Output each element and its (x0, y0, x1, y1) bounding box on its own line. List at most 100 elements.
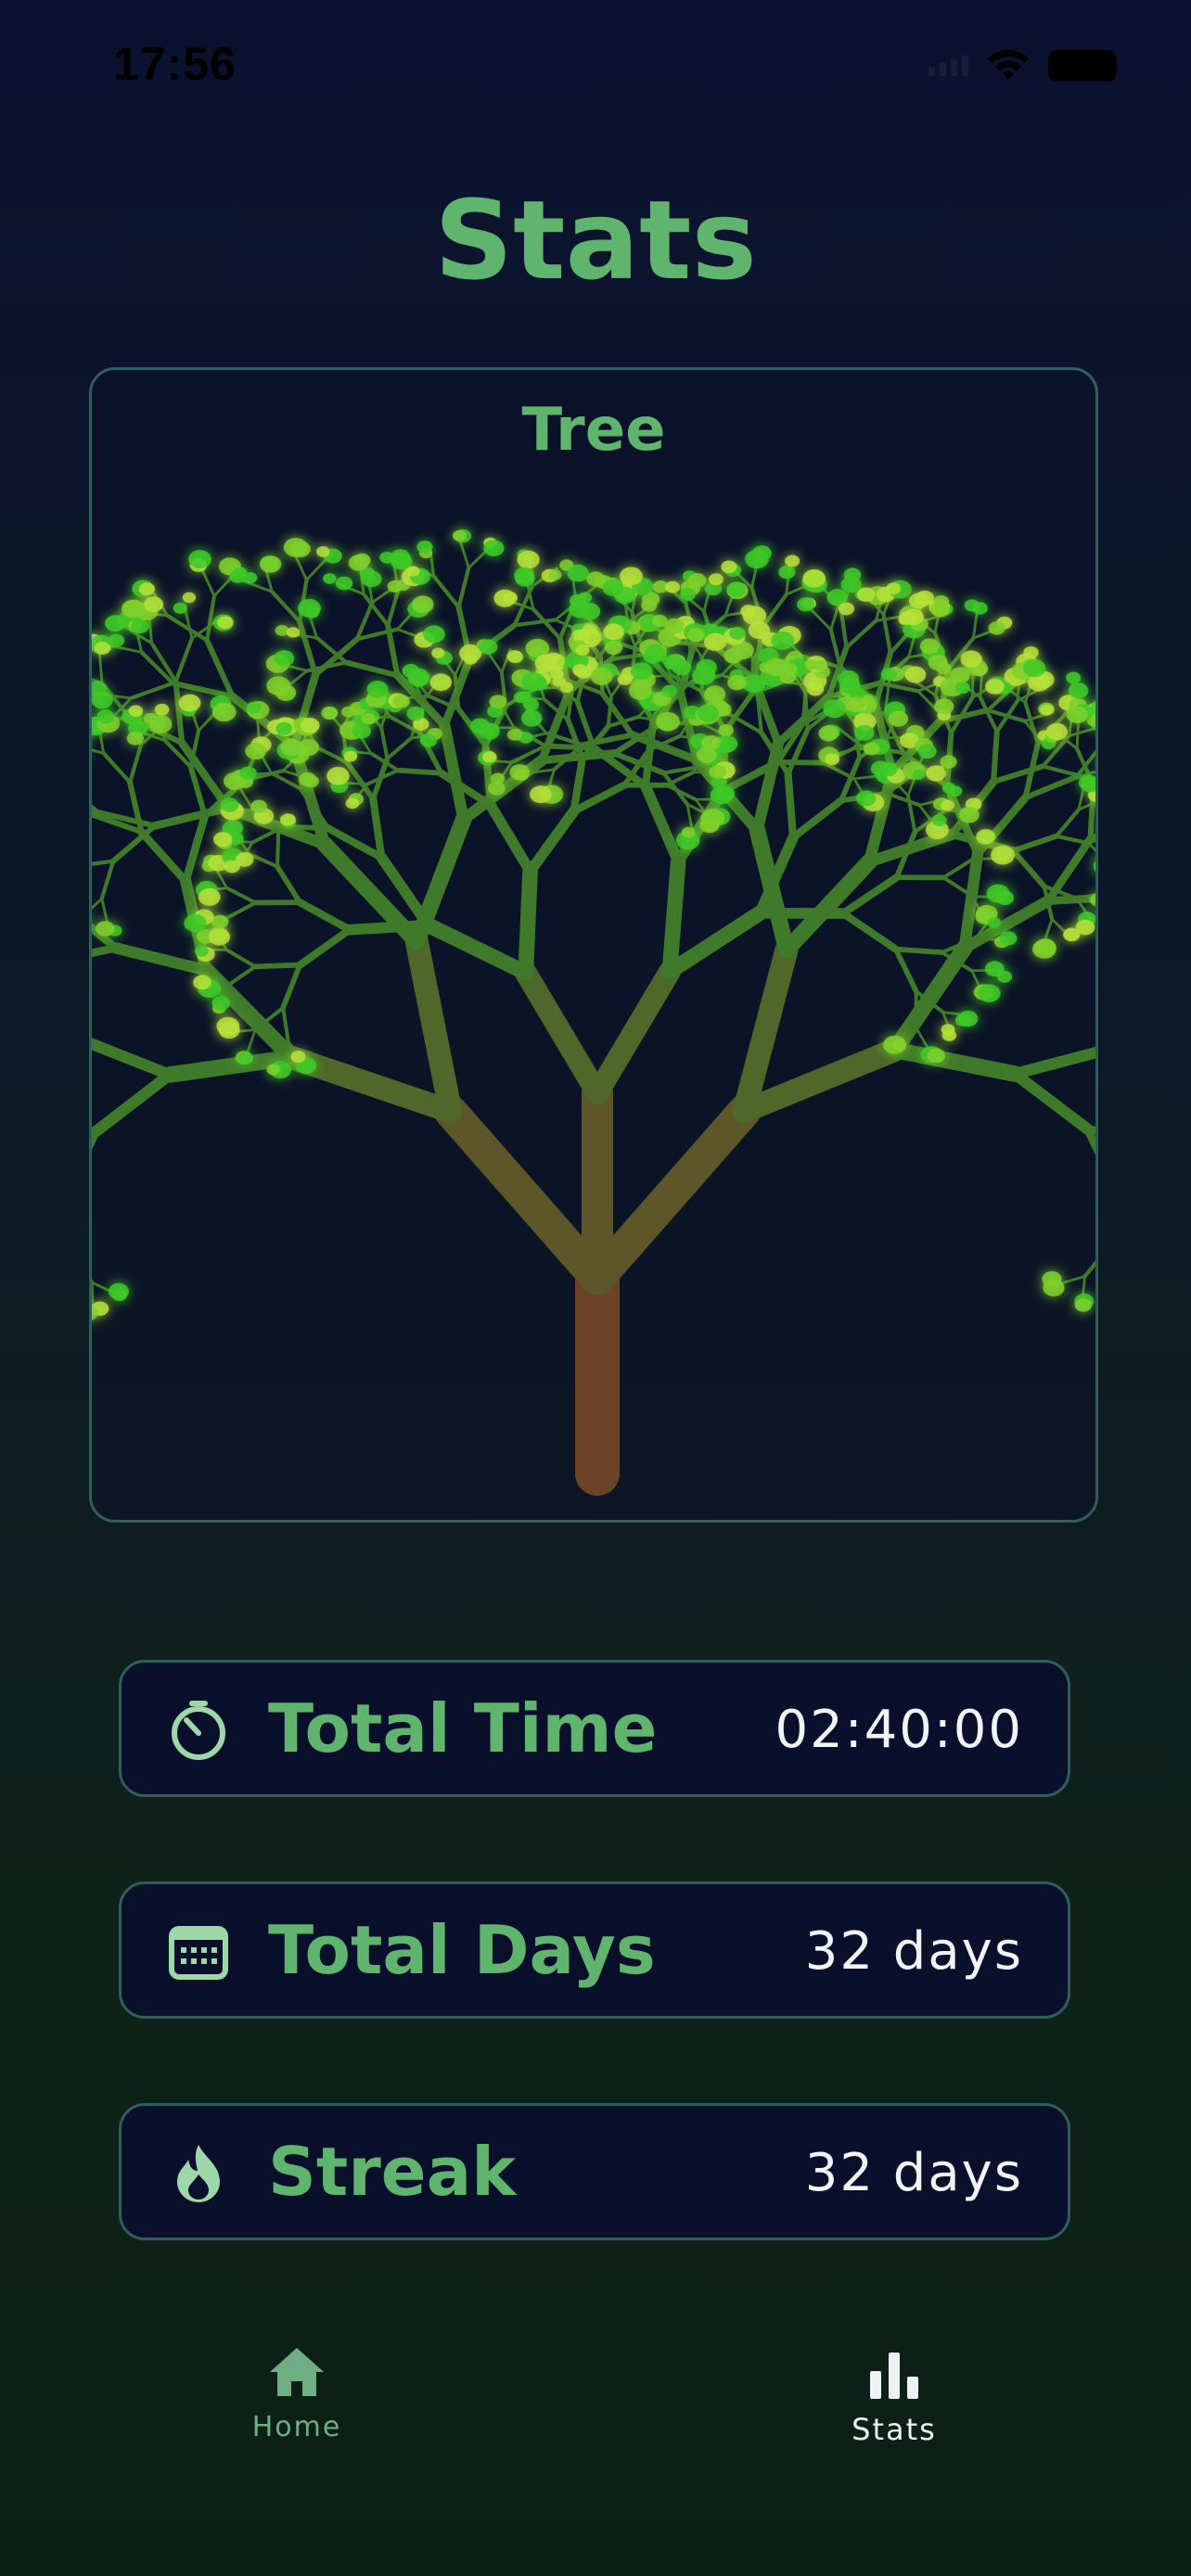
tree-leaf (1042, 1270, 1062, 1287)
tree-branch (296, 925, 354, 969)
stat-row-streak: Streak 32 days (119, 2103, 1070, 2240)
tree-branch (1054, 807, 1082, 838)
tree-branch (1010, 848, 1047, 889)
tree-branch (514, 962, 608, 1104)
tab-home[interactable]: Home (158, 2346, 436, 2443)
tree-leaf (591, 668, 613, 685)
tree-leaf (880, 668, 897, 681)
tree-leaf (644, 644, 668, 663)
tree-leaf (652, 614, 668, 628)
tree-branch (439, 720, 469, 825)
tree-leaf (927, 1048, 946, 1064)
tree-leaf (489, 695, 506, 709)
tree-leaf (352, 723, 371, 739)
tree-leaf (431, 647, 445, 658)
tree-branch (485, 799, 536, 877)
tree-leaf (217, 616, 234, 630)
tree-leaf (211, 914, 229, 929)
tree-leaf (548, 569, 562, 580)
tree-leaf (289, 541, 311, 557)
tree-leaf (899, 610, 916, 625)
tab-stats[interactable]: Stats (755, 2351, 1033, 2447)
tree-branch (296, 899, 354, 934)
tree-illustration (92, 529, 1095, 1496)
tree-branch (92, 804, 101, 815)
tree-leaf (274, 650, 295, 667)
tree-branch (275, 833, 281, 869)
tree-leaf (361, 713, 377, 725)
tree-leaf (710, 785, 734, 805)
tree-leaf (681, 826, 696, 838)
tree-leaf (245, 743, 267, 760)
tree-leaf (954, 682, 970, 695)
tree-leaf (854, 724, 875, 741)
tree-branch (433, 1094, 614, 1295)
stat-value: 32 days (804, 1921, 1023, 1982)
cellular-signal-icon (928, 56, 968, 76)
tree-leaf (521, 671, 545, 692)
tree-leaf (315, 546, 330, 557)
tree-leaf (771, 631, 795, 650)
tree-branch (395, 767, 444, 776)
tree-branch (518, 863, 538, 981)
tree-leaf (999, 931, 1018, 946)
tree-leaf (408, 670, 429, 687)
tree-leaf (764, 657, 788, 677)
tree-leaf (128, 705, 144, 717)
tree-leaf (663, 654, 684, 670)
tree-leaf (503, 592, 518, 605)
tree-leaf (888, 710, 909, 727)
tree-leaf (687, 628, 705, 643)
tree-branch (92, 1068, 176, 1138)
tree-leaf (567, 564, 589, 582)
tree-leaf (742, 606, 767, 626)
tree-branch (224, 948, 257, 969)
tree-leaf (275, 721, 293, 735)
tree-leaf (479, 639, 498, 655)
tree-leaf (275, 684, 297, 701)
tree-leaf (586, 571, 606, 587)
tree-leaf (843, 567, 862, 582)
tree-leaf (679, 588, 696, 601)
tree-leaf (751, 545, 772, 562)
tree-branch (1010, 833, 1060, 854)
tree-branch (1022, 773, 1080, 801)
tree-leaf (299, 772, 316, 786)
tree-leaf (416, 541, 433, 554)
tree-branch (270, 589, 302, 624)
wifi-icon (988, 49, 1029, 80)
tree-branch (808, 606, 833, 631)
tree-leaf (804, 658, 819, 670)
tree-branch (1008, 1046, 1095, 1080)
tree-leaf (704, 685, 726, 703)
stopwatch-icon (172, 1701, 225, 1760)
tree-branch (275, 863, 303, 906)
tree-branch (281, 1005, 290, 1044)
tree-leaf (880, 762, 898, 777)
tree-leaf (224, 860, 240, 874)
tree-leaf (560, 682, 574, 694)
tree-leaf (934, 595, 950, 607)
tree-branch (344, 919, 434, 936)
tree-leaf (703, 819, 719, 832)
tree-leaf (517, 550, 540, 569)
tree-leaf (279, 813, 296, 826)
tree-branch (661, 854, 686, 980)
bar-chart-icon (870, 2353, 918, 2399)
tree-leaf (188, 550, 211, 568)
tree-leaf (972, 602, 988, 615)
tree-leaf (353, 553, 371, 567)
tree-leaf (208, 928, 231, 946)
calendar-icon (169, 1926, 228, 1980)
tree-leaf (818, 725, 839, 742)
tree-leaf (802, 569, 826, 588)
tree-leaf (926, 765, 946, 782)
status-icons (928, 48, 1117, 83)
tree-leaf (575, 644, 590, 657)
tree-leaf (941, 799, 954, 811)
tree-leaf (423, 625, 445, 644)
tree-leaf (855, 790, 877, 807)
tree-leaf (709, 764, 726, 779)
tree-leaf (280, 738, 303, 757)
tree-branch (420, 917, 534, 981)
